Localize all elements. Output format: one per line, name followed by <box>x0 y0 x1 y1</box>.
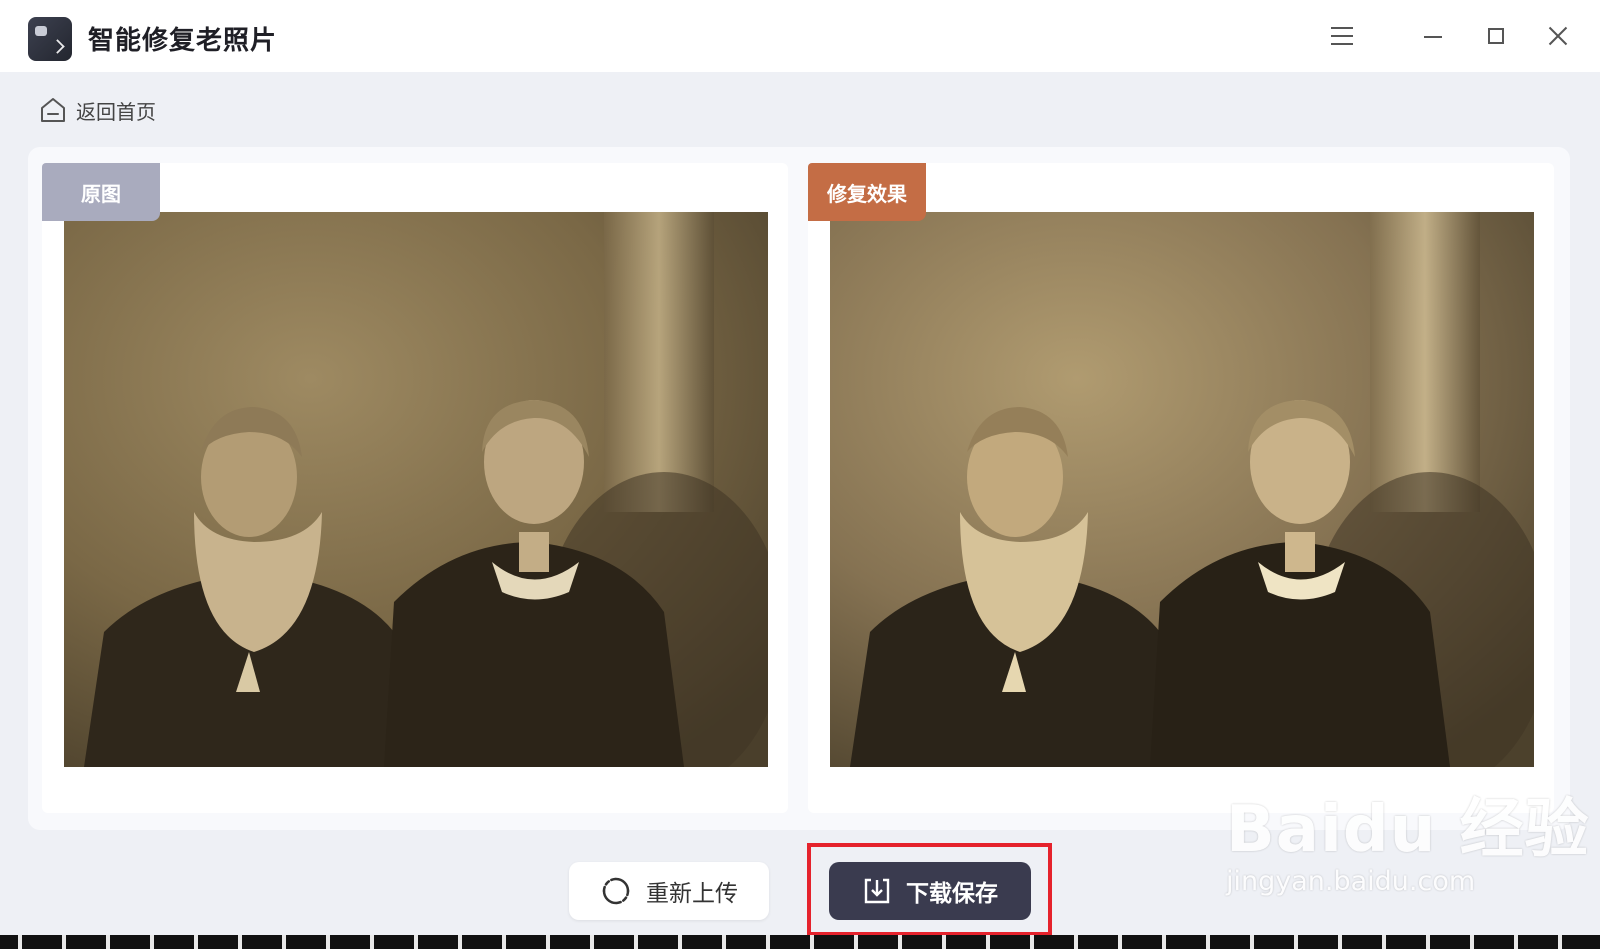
download-icon <box>862 876 892 906</box>
minimize-icon[interactable] <box>1418 20 1450 52</box>
download-save-label: 下载保存 <box>906 881 998 907</box>
watermark-sub: jingyan.baidu.com <box>1226 866 1476 897</box>
result-column: 修复效果 <box>808 163 1554 813</box>
baidu-watermark: Baidu 经验 jingyan.baidu.com <box>1226 778 1590 897</box>
maximize-icon[interactable] <box>1480 20 1512 52</box>
download-save-button[interactable]: 下载保存 <box>829 862 1031 920</box>
result-tag: 修复效果 <box>808 163 926 221</box>
original-photo[interactable] <box>64 212 768 767</box>
original-tag: 原图 <box>42 163 160 221</box>
app-logo-icon <box>28 17 72 61</box>
title-bar: 智能修复老照片 <box>0 0 1600 72</box>
reupload-label: 重新上传 <box>646 881 738 907</box>
refresh-icon <box>600 875 632 907</box>
menu-icon[interactable] <box>1326 20 1358 52</box>
home-icon <box>41 98 65 122</box>
back-home-link[interactable]: 返回首页 <box>38 93 156 127</box>
reupload-button[interactable]: 重新上传 <box>569 862 769 920</box>
result-photo[interactable] <box>830 212 1534 767</box>
original-column: 原图 <box>42 163 788 813</box>
app-title: 智能修复老照片 <box>88 26 278 56</box>
close-icon[interactable] <box>1542 20 1574 52</box>
comparison-panel: 原图 修复效果 <box>28 147 1570 830</box>
watermark-main: Baidu 经验 <box>1226 793 1590 867</box>
back-home-label: 返回首页 <box>76 99 156 124</box>
cropped-text-strip <box>0 935 1600 949</box>
app-window: 智能修复老照片 返回首页 原图 修复效果 重新上传 下载保存 Baidu 经验 … <box>0 0 1600 935</box>
